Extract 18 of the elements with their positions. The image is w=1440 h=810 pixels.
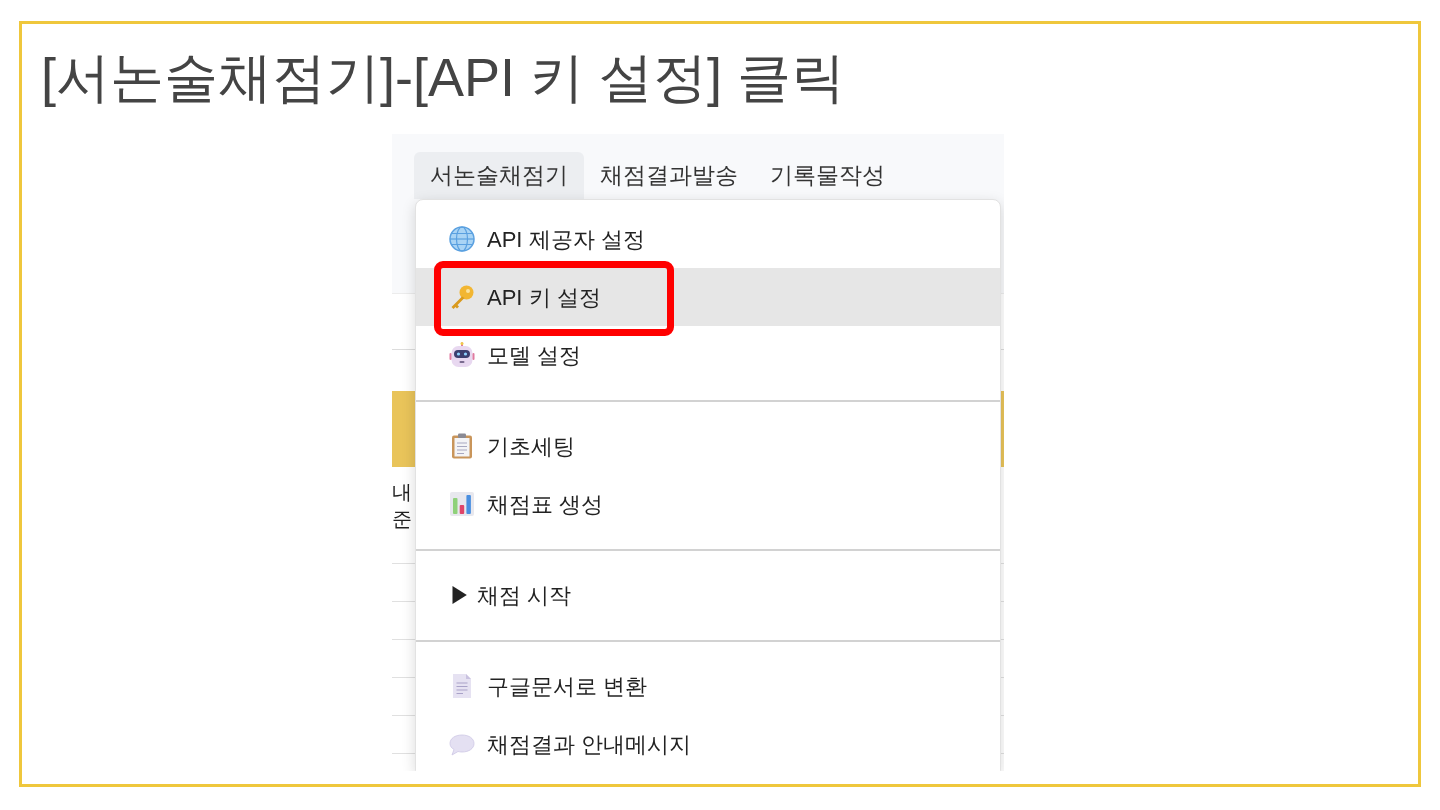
menu-item[interactable]: 모델 설정 [416,326,1000,384]
menu-tab[interactable]: 서논술채점기 [414,152,584,199]
globe-icon [449,226,475,252]
clipboard-icon [449,433,475,459]
menu-item[interactable]: ▶ 채점 시작 [416,566,1000,624]
menu-item[interactable]: 채점결과 안내메시지 [416,715,1000,771]
table-cell-text: 내 [392,480,413,505]
menu-tab[interactable]: 채점결과발송 [584,152,754,199]
table-cell-text: 준 [392,507,413,532]
key-icon [449,284,475,310]
speech-bubble-icon [449,731,475,757]
robot-icon [449,342,475,368]
menu-item[interactable]: 채점표 생성 [416,475,1000,533]
menu-item[interactable]: 구글문서로 변환 [416,657,1000,715]
slide-title: [서논술채점기]-[API 키 설정] 클릭 [41,46,846,109]
menu-tab[interactable]: 기록물작성 [754,152,901,199]
bar-chart-icon [449,491,475,517]
menu-item[interactable]: 기초세팅 [416,417,1000,475]
